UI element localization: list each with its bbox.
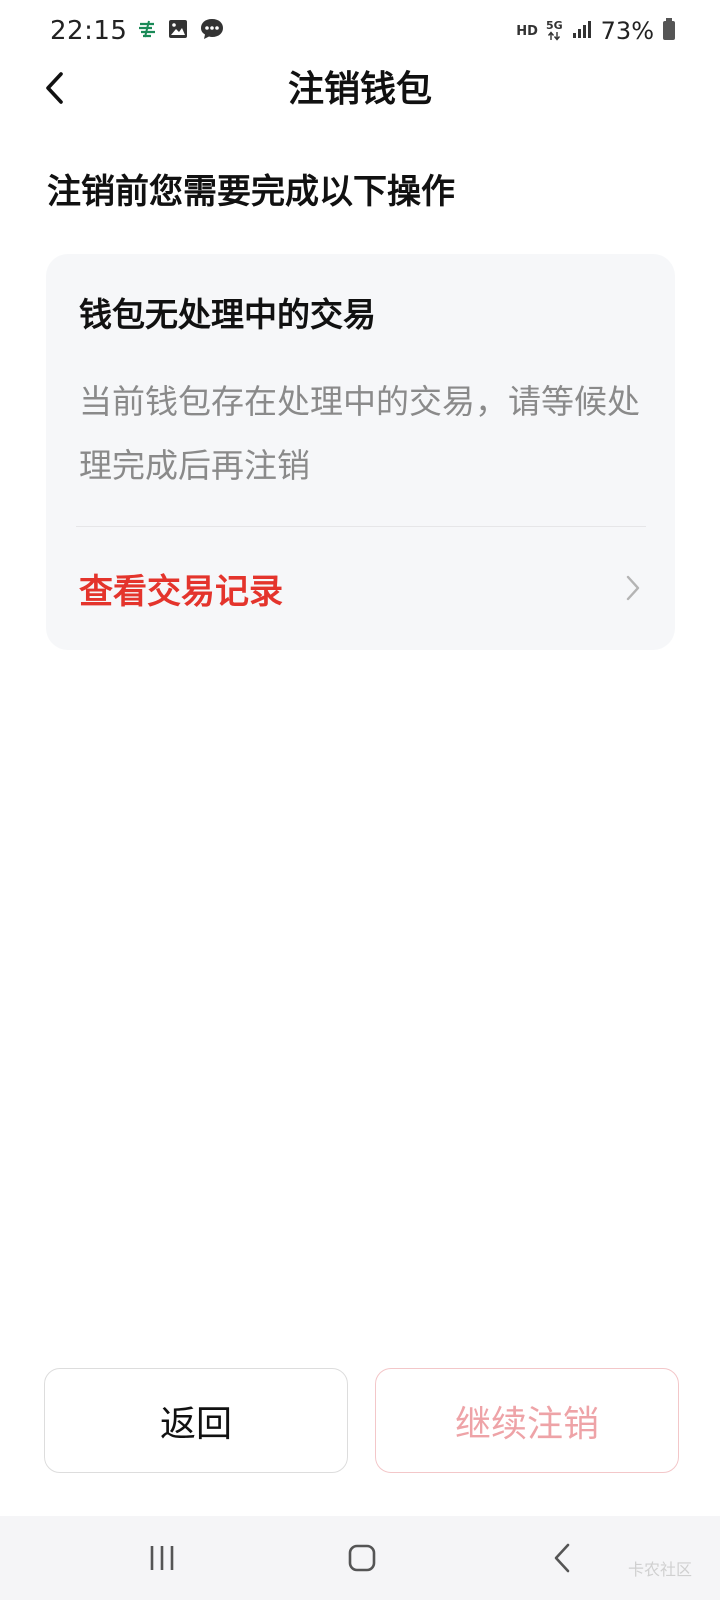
chevron-right-icon — [621, 572, 645, 604]
section-heading: 注销前您需要完成以下操作 — [47, 172, 455, 212]
system-nav-bar — [0, 1516, 720, 1600]
card-title: 钱包无处理中的交易 — [79, 295, 376, 334]
image-icon — [167, 18, 189, 44]
status-right: HD 5G 73% — [516, 17, 676, 45]
message-icon — [199, 17, 225, 45]
network-indicator: 5G — [546, 20, 563, 43]
back-icon[interactable] — [547, 1540, 577, 1576]
data-arrows-icon — [548, 30, 561, 41]
continue-cancel-button[interactable]: 继续注销 — [375, 1368, 679, 1473]
hd-label: HD — [516, 23, 538, 39]
battery-icon — [662, 17, 676, 45]
home-icon[interactable] — [344, 1540, 380, 1576]
signal-icon — [571, 18, 593, 44]
status-left: 22:15 — [50, 16, 225, 46]
recent-apps-icon[interactable] — [144, 1540, 180, 1576]
battery-percent: 73% — [600, 17, 654, 45]
watermark: 卡农社区 — [627, 1560, 692, 1579]
bank-icon — [137, 19, 157, 43]
card-description: 当前钱包存在处理中的交易，请等候处理完成后再注销 — [79, 382, 640, 485]
status-time: 22:15 — [50, 16, 128, 46]
status-bar: 22:15 HD 5G 73% — [0, 0, 720, 62]
page-title: 注销钱包 — [287, 69, 432, 110]
view-transactions-label: 查看交易记录 — [79, 571, 283, 612]
view-transactions-link[interactable]: 查看交易记录 — [46, 526, 675, 650]
requirement-card: 钱包无处理中的交易 当前钱包存在处理中的交易，请等候处理完成后再注销 查看交易记… — [46, 254, 675, 650]
return-button[interactable]: 返回 — [44, 1368, 348, 1473]
